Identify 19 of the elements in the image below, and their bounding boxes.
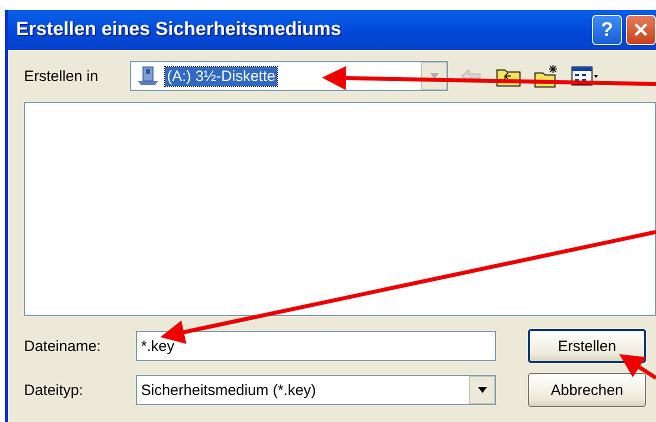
- close-button[interactable]: ✕: [626, 15, 656, 45]
- caret-icon: [430, 73, 438, 79]
- filename-field[interactable]: *.key: [136, 331, 496, 361]
- cancel-button[interactable]: Abbrechen: [528, 373, 646, 407]
- arrow: [619, 354, 656, 380]
- dropdown-button[interactable]: [469, 376, 495, 404]
- filename-label: Dateiname:: [24, 338, 102, 354]
- location-dropdown[interactable]: (A:) 3½-Diskette: [130, 61, 448, 91]
- help-button[interactable]: ?: [592, 15, 622, 45]
- new-folder-icon[interactable]: [534, 64, 560, 88]
- floppy-drive-icon: [137, 65, 159, 87]
- caret-icon: [478, 387, 486, 393]
- file-list[interactable]: [24, 102, 656, 316]
- location-value: (A:) 3½-Diskette: [165, 66, 278, 86]
- filetype-label: Dateityp:: [24, 382, 84, 398]
- create-button[interactable]: Erstellen: [528, 329, 646, 363]
- filetype-dropdown[interactable]: Sicherheitsmedium (*.key): [136, 375, 496, 405]
- location-label: Erstellen in: [24, 68, 100, 84]
- window-title: Erstellen eines Sicherheitsmediums: [16, 19, 342, 41]
